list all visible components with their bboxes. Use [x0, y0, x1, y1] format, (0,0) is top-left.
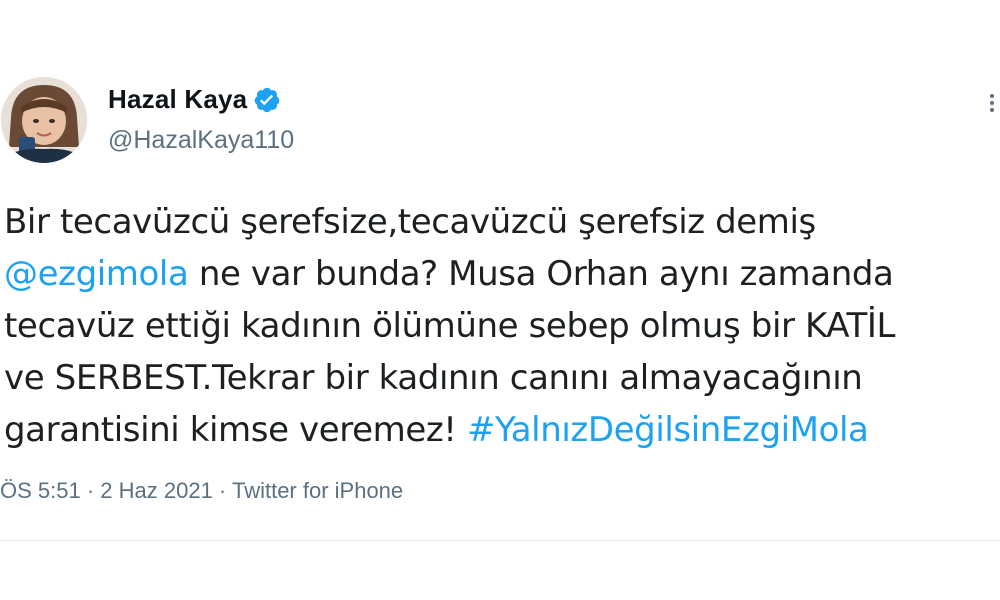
mention-link[interactable]: @ezgimola [4, 254, 189, 294]
display-name[interactable]: Hazal Kaya [108, 84, 247, 115]
tweet-line: ve SERBEST.Tekrar bir kadının canını alm… [4, 358, 863, 398]
tweet-time[interactable]: ÖS 5:51 [0, 478, 81, 503]
avatar[interactable] [1, 77, 87, 163]
hashtag-link[interactable]: #YalnızDeğilsinEzgiMola [467, 410, 869, 450]
meta-separator: · [80, 478, 101, 503]
avatar-image [1, 77, 87, 163]
meta-separator: · [212, 478, 232, 503]
tweet-line-text: ne var bunda? Musa Orhan aynı zamanda [188, 254, 894, 294]
tweet-metadata: ÖS 5:51 · 2 Haz 2021 · Twitter for iPhon… [0, 478, 403, 504]
tweet-card: Hazal Kaya @HazalKaya110 Bir tecavüzcü ş… [0, 0, 1000, 600]
author-handle[interactable]: @HazalKaya110 [108, 126, 294, 155]
tweet-source[interactable]: Twitter for iPhone [232, 478, 403, 503]
more-options-icon[interactable] [986, 92, 998, 114]
tweet-date[interactable]: 2 Haz 2021 [100, 478, 213, 503]
tweet-line-text: garantisini kimse veremez! [4, 410, 467, 450]
divider [0, 540, 1000, 541]
tweet-line: Bir tecavüzcü şerefsize,tecavüzcü şerefs… [4, 202, 816, 242]
tweet-line: tecavüz ettiği kadının ölümüne sebep olm… [4, 306, 896, 346]
tweet-line: @ezgimola ne var bunda? Musa Orhan aynı … [4, 248, 994, 300]
tweet-text: Bir tecavüzcü şerefsize,tecavüzcü şerefs… [4, 196, 994, 456]
verified-badge-icon [253, 86, 281, 114]
author-name-row[interactable]: Hazal Kaya [108, 84, 281, 115]
tweet-line: garantisini kimse veremez! #YalnızDeğils… [4, 404, 994, 456]
